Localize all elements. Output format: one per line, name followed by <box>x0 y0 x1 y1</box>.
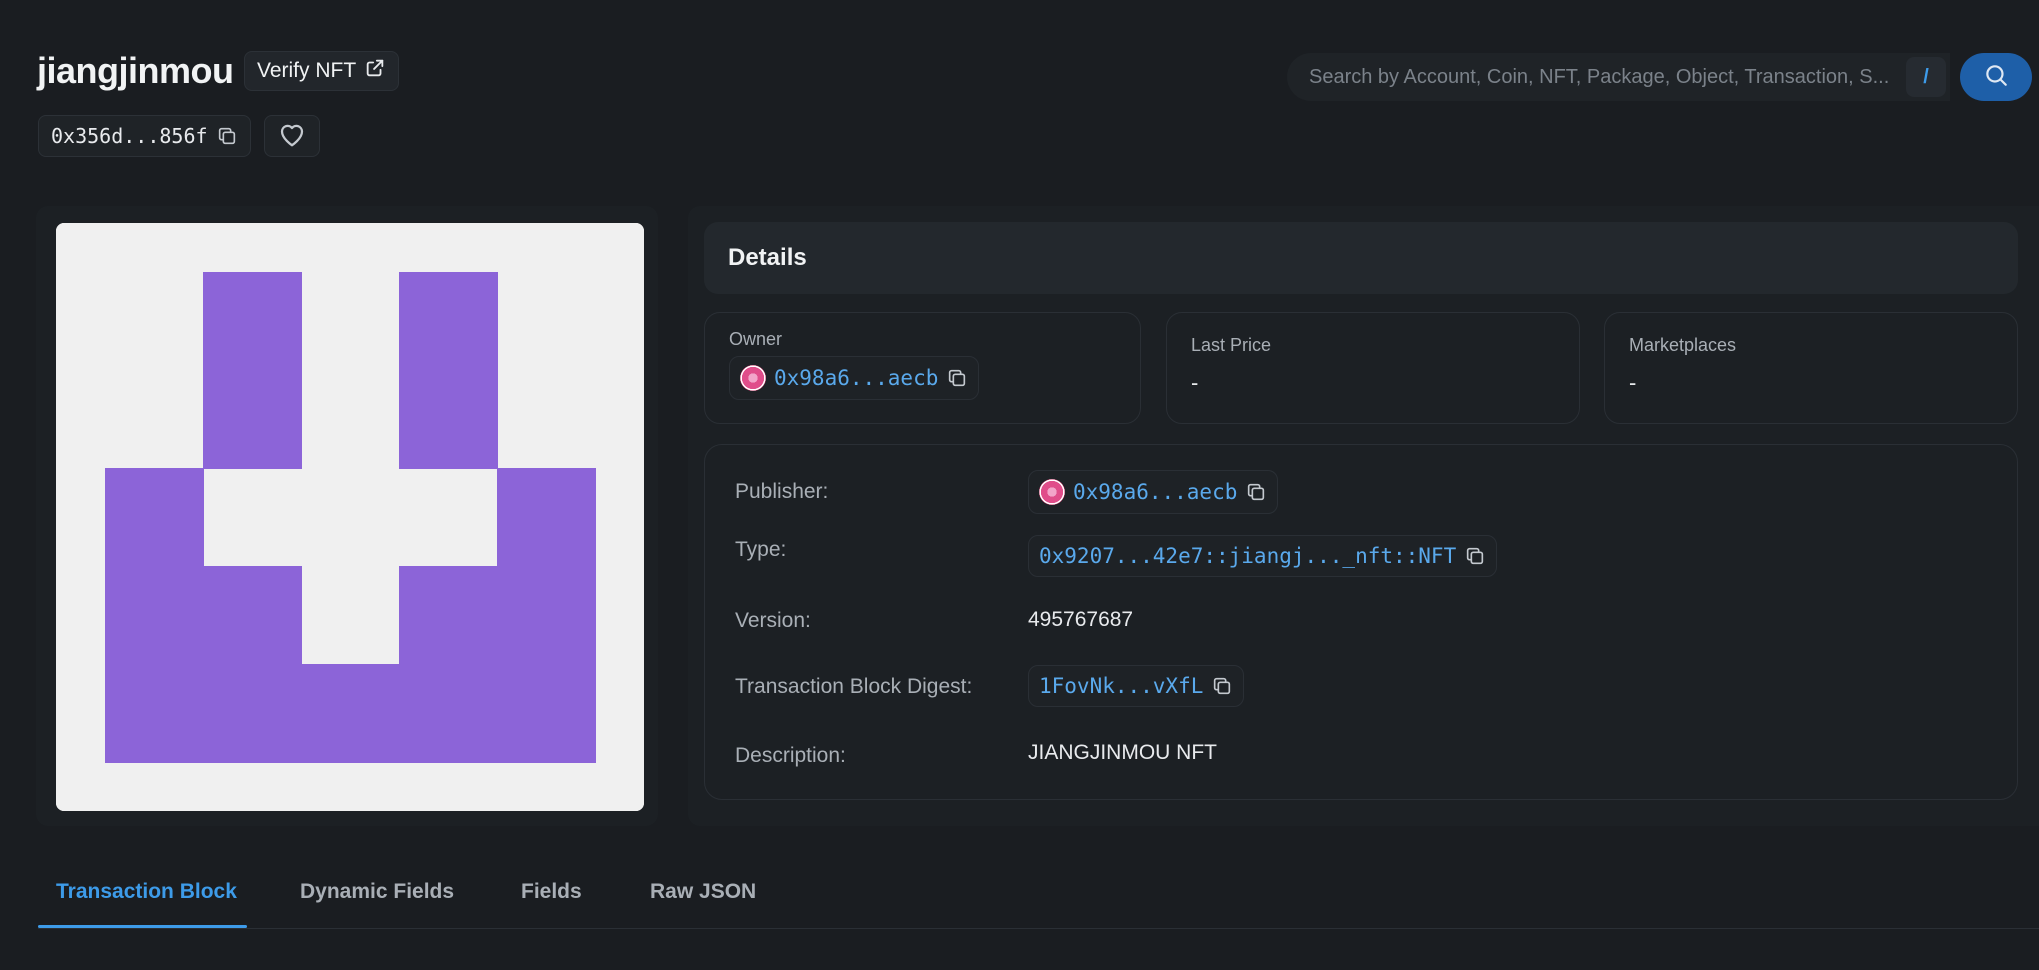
avatar <box>1039 479 1065 505</box>
tab-transaction-block[interactable]: Transaction Block <box>56 880 237 904</box>
search-shortcut-key: / <box>1906 57 1946 97</box>
digest-label: Transaction Block Digest: <box>735 675 973 698</box>
nft-pixel-art <box>56 223 644 811</box>
favorite-button[interactable] <box>264 115 320 157</box>
copy-icon[interactable] <box>1211 675 1233 697</box>
verify-nft-button[interactable]: Verify NFT <box>244 51 400 91</box>
version-value: 495767687 <box>1028 608 1134 631</box>
type-chip[interactable]: 0x9207...42e7::jiangj..._nft::NFT <box>1028 535 1498 577</box>
tab-fields[interactable]: Fields <box>521 880 582 904</box>
description-value: JIANGJINMOU NFT <box>1028 741 1217 764</box>
version-label: Version: <box>735 609 811 632</box>
marketplaces-label: Marketplaces <box>1629 335 1737 355</box>
owner-label: Owner <box>729 329 783 349</box>
copy-icon[interactable] <box>1464 545 1486 567</box>
search-icon <box>1983 62 2009 93</box>
copy-icon[interactable] <box>216 125 238 147</box>
owner-card: Owner 0x98a6...aecb <box>704 312 1141 424</box>
tab-divider <box>38 928 2039 929</box>
publisher-label: Publisher: <box>735 480 829 503</box>
last-price-card: Last Price - <box>1166 312 1580 424</box>
heart-icon <box>277 120 307 153</box>
description-label: Description: <box>735 744 846 767</box>
object-id: 0x356d...856f <box>51 124 208 148</box>
type-label: Type: <box>735 538 787 561</box>
nft-image[interactable] <box>56 223 644 811</box>
search-button[interactable] <box>1960 53 2032 101</box>
search-input[interactable] <box>1309 53 1906 101</box>
copy-icon[interactable] <box>1245 481 1267 503</box>
details-heading: Details <box>704 222 2018 294</box>
external-link-icon <box>364 57 386 85</box>
marketplaces-value: - <box>1629 370 1637 395</box>
publisher-address[interactable]: 0x98a6...aecb <box>1073 480 1237 504</box>
publisher-address-chip[interactable]: 0x98a6...aecb <box>1028 470 1279 514</box>
last-price-label: Last Price <box>1191 335 1272 355</box>
avatar <box>740 365 766 391</box>
properties-card <box>704 444 2018 800</box>
owner-address-chip[interactable]: 0x98a6...aecb <box>729 356 980 400</box>
page-title: jiangjinmou <box>37 50 234 91</box>
marketplaces-card: Marketplaces - <box>1604 312 2018 424</box>
digest-chip[interactable]: 1FovNk...vXfL <box>1028 665 1245 707</box>
verify-nft-label: Verify NFT <box>257 59 357 82</box>
copy-icon[interactable] <box>946 367 968 389</box>
object-id-chip: 0x356d...856f <box>38 115 251 157</box>
search-bar: / <box>1287 53 1950 101</box>
last-price-value: - <box>1191 370 1199 395</box>
tab-raw-json[interactable]: Raw JSON <box>650 880 756 904</box>
type-value[interactable]: 0x9207...42e7::jiangj..._nft::NFT <box>1039 544 1456 568</box>
owner-address[interactable]: 0x98a6...aecb <box>774 366 938 390</box>
active-tab-indicator <box>38 925 247 928</box>
digest-value[interactable]: 1FovNk...vXfL <box>1039 674 1203 698</box>
tab-dynamic-fields[interactable]: Dynamic Fields <box>300 880 454 904</box>
